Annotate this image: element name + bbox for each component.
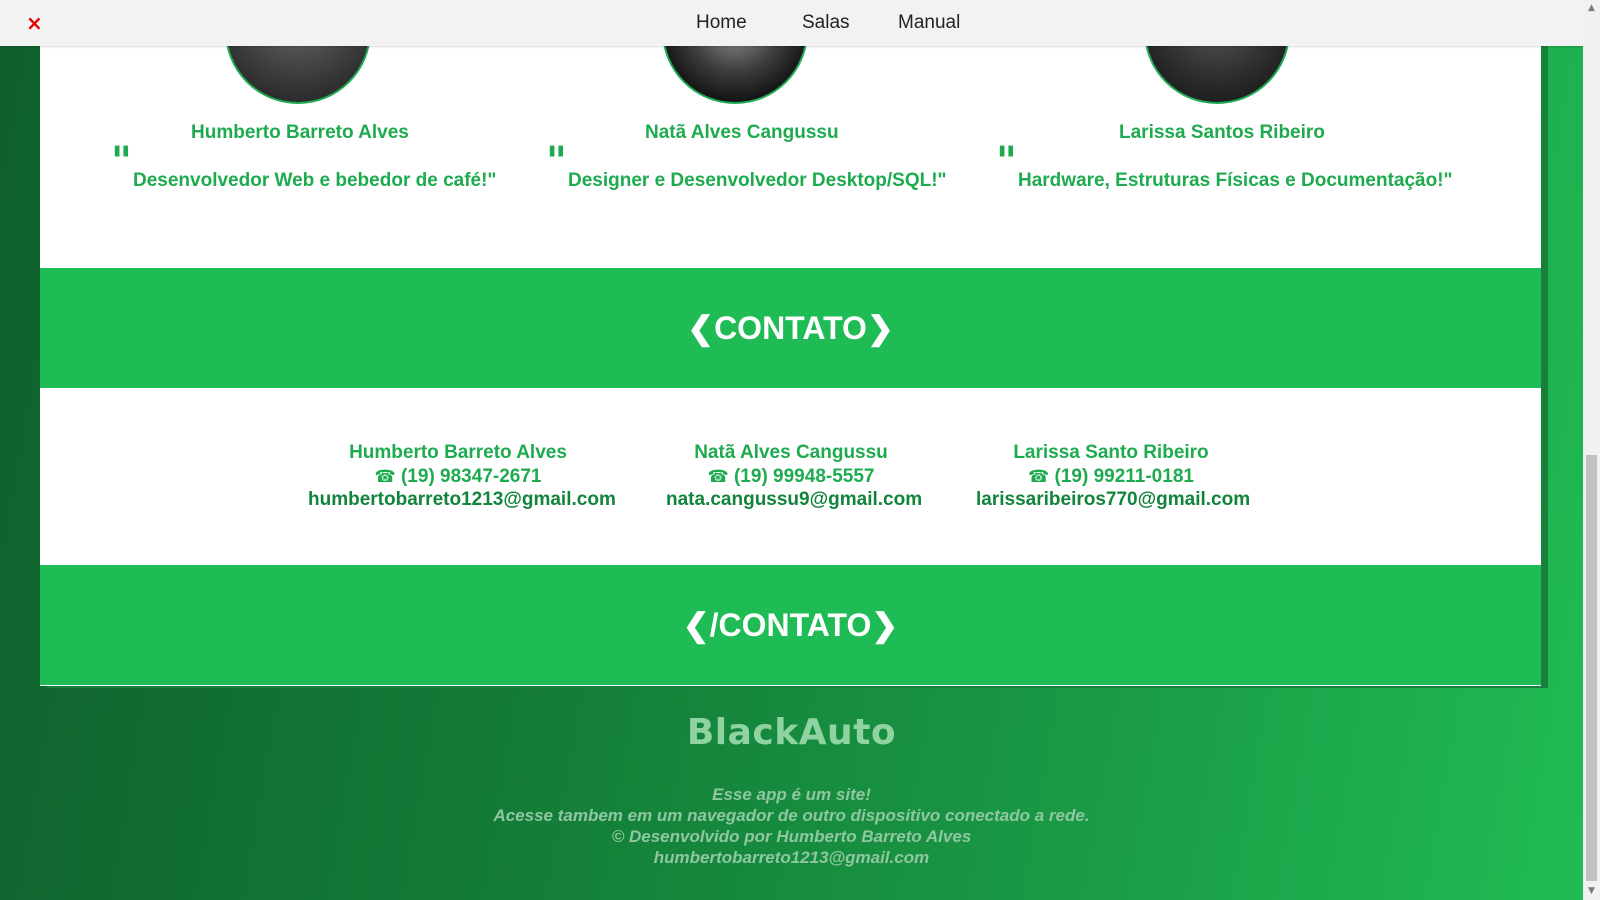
avatar [1144, 46, 1290, 104]
phone-icon: ☎ [374, 467, 396, 487]
brand-logo: BlackAuto [686, 712, 897, 753]
member-quote: Designer e Desenvolvedor Desktop/SQL!" [568, 170, 947, 191]
phone-icon: ☎ [1028, 467, 1050, 487]
avatar [225, 46, 371, 104]
contact-nata: Natã Alves Cangussu ☎ (19) 99948-5557 na… [666, 442, 922, 511]
phone-icon: ☎ [707, 467, 729, 487]
top-navbar: × Home Salas Manual [0, 0, 1583, 46]
contact-section-header: ❮CONTATO❯ [40, 268, 1541, 388]
contact-email[interactable]: humbertobarreto1213@gmail.com [308, 489, 616, 511]
footer-text: Esse app é um site! Acesse tambem em um … [0, 784, 1583, 868]
footer-line: Acesse tambem em um navegador de outro d… [493, 806, 1090, 825]
nav-home-link[interactable]: Home [696, 12, 747, 34]
member-name: Larissa Santos Ribeiro [1119, 122, 1325, 143]
contact-phone: ☎ (19) 99211-0181 [976, 466, 1246, 488]
contact-name: Natã Alves Cangussu [694, 442, 888, 463]
avatar [662, 46, 808, 104]
scrollbar-thumb[interactable] [1586, 455, 1597, 881]
quote-mark-icon: " [996, 138, 1017, 185]
contact-name: Larissa Santo Ribeiro [1013, 442, 1209, 463]
phone-number: (19) 99211-0181 [1054, 466, 1194, 487]
footer-line: © Desenvolvido por Humberto Barreto Alve… [611, 827, 972, 846]
scroll-down-arrow-icon[interactable]: ▼ [1583, 883, 1600, 900]
contact-email[interactable]: nata.cangussu9@gmail.com [666, 489, 922, 511]
nav-manual-link[interactable]: Manual [898, 12, 960, 34]
team-card: Humberto Barreto Alves " Desenvolvedor W… [40, 46, 1541, 686]
contact-name: Humberto Barreto Alves [349, 442, 567, 463]
contact-phone: ☎ (19) 99948-5557 [666, 466, 916, 488]
scroll-up-arrow-icon[interactable]: ▲ [1583, 0, 1600, 17]
phone-number: (19) 99948-5557 [733, 466, 875, 487]
footer-line: Esse app é um site! [712, 785, 871, 804]
contact-email[interactable]: larissaribeiros770@gmail.com [976, 489, 1250, 511]
phone-number: (19) 98347-2671 [400, 466, 542, 487]
nav-menu: Home Salas Manual [0, 0, 1583, 46]
scrollbar[interactable]: ▲ ▼ [1583, 0, 1600, 900]
footer-email: humbertobarreto1213@gmail.com [653, 848, 930, 867]
member-quote: Desenvolvedor Web e bebedor de café!" [133, 170, 497, 191]
member-name: Humberto Barreto Alves [191, 122, 409, 143]
quote-mark-icon: " [546, 138, 567, 185]
member-quote: Hardware, Estruturas Físicas e Documenta… [1018, 170, 1453, 191]
contact-phone: ☎ (19) 98347-2671 [308, 466, 608, 488]
contact-humberto: Humberto Barreto Alves ☎ (19) 98347-2671… [308, 442, 616, 511]
quote-mark-icon: " [111, 138, 132, 185]
nav-salas-link[interactable]: Salas [802, 12, 850, 34]
member-name: Natã Alves Cangussu [645, 122, 839, 143]
contact-section-footer: ❮/CONTATO❯ [40, 565, 1541, 685]
contact-larissa: Larissa Santo Ribeiro ☎ (19) 99211-0181 … [976, 442, 1250, 511]
